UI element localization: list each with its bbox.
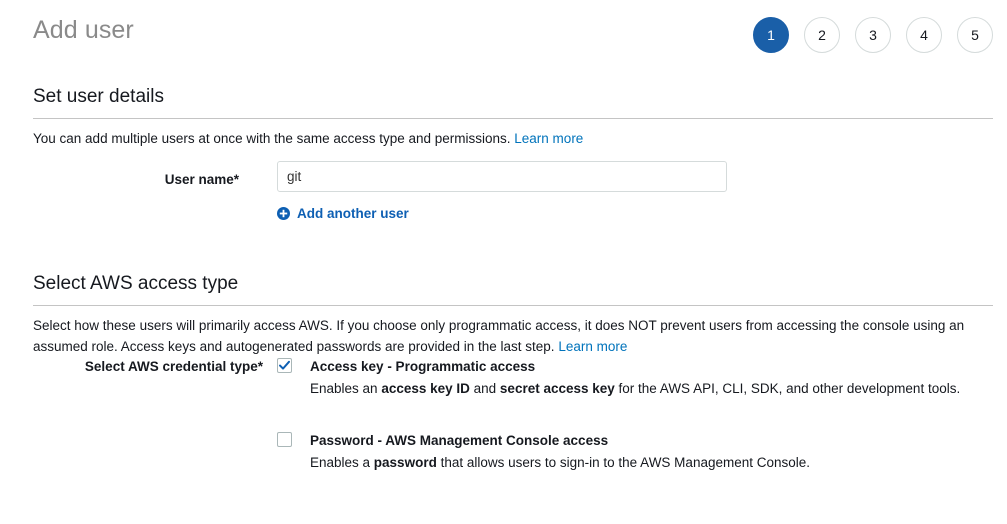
access-key-desc-part2: and [469,381,500,396]
step-indicator-4[interactable]: 4 [906,17,942,53]
add-another-user-label: Add another user [297,206,409,221]
user-details-learn-more-link[interactable]: Learn more [514,131,583,146]
access-type-description-text: Select how these users will primarily ac… [33,318,965,354]
page-header: Add user 1 2 3 4 5 [0,0,1007,70]
step-indicator: 1 2 3 4 5 [753,17,993,53]
password-desc-bold1: password [373,455,437,470]
step-label-2: 2 [818,27,826,43]
step-indicator-3[interactable]: 3 [855,17,891,53]
password-option-body: Password - AWS Management Console access… [310,431,997,473]
step-label-3: 3 [869,27,877,43]
username-label: User name* [164,172,239,187]
password-option-title: Password - AWS Management Console access [310,433,609,448]
credential-option-password: Password - AWS Management Console access… [277,431,997,473]
access-type-learn-more-link[interactable]: Learn more [558,339,627,354]
user-details-description-text: You can add multiple users at once with … [33,131,511,146]
select-access-type-section: Select AWS access type Select how these … [33,272,993,357]
step-indicator-2[interactable]: 2 [804,17,840,53]
credential-type-label: Select AWS credential type* [84,359,263,374]
add-user-page: Add user 1 2 3 4 5 Set user details You … [0,0,1007,524]
page-title: Add user [33,16,134,44]
section-heading-user-details: Set user details [33,86,164,107]
credential-option-access-key: Access key - Programmatic access Enables… [277,357,997,399]
access-key-desc-bold1: access key ID [381,381,470,396]
access-key-desc-part3: for the AWS API, CLI, SDK, and other dev… [614,381,961,396]
step-label-4: 4 [920,27,928,43]
access-key-checkbox[interactable] [277,358,292,373]
password-checkbox[interactable] [277,432,292,447]
access-key-option-body: Access key - Programmatic access Enables… [310,357,997,399]
password-desc-part1: Enables a [310,455,374,470]
password-option-description: Enables a password that allows users to … [310,450,997,473]
step-indicator-5[interactable]: 5 [957,17,993,53]
access-key-option-description: Enables an access key ID and secret acce… [310,376,997,399]
step-label-1: 1 [767,27,775,43]
set-user-details-section: Set user details You can add multiple us… [33,85,993,149]
step-indicator-1[interactable]: 1 [753,17,789,53]
password-desc-part2: that allows users to sign-in to the AWS … [436,455,811,470]
section-description-user-details: You can add multiple users at once with … [33,119,993,149]
section-description-access-type: Select how these users will primarily ac… [33,306,993,357]
section-heading-access-type: Select AWS access type [33,273,239,294]
username-input[interactable] [277,161,727,192]
plus-circle-icon [277,207,290,220]
access-key-desc-bold2: secret access key [499,381,615,396]
step-label-5: 5 [971,27,979,43]
access-key-option-title: Access key - Programmatic access [310,359,536,374]
add-another-user-button[interactable]: Add another user [277,206,409,221]
access-key-desc-part1: Enables an [310,381,382,396]
